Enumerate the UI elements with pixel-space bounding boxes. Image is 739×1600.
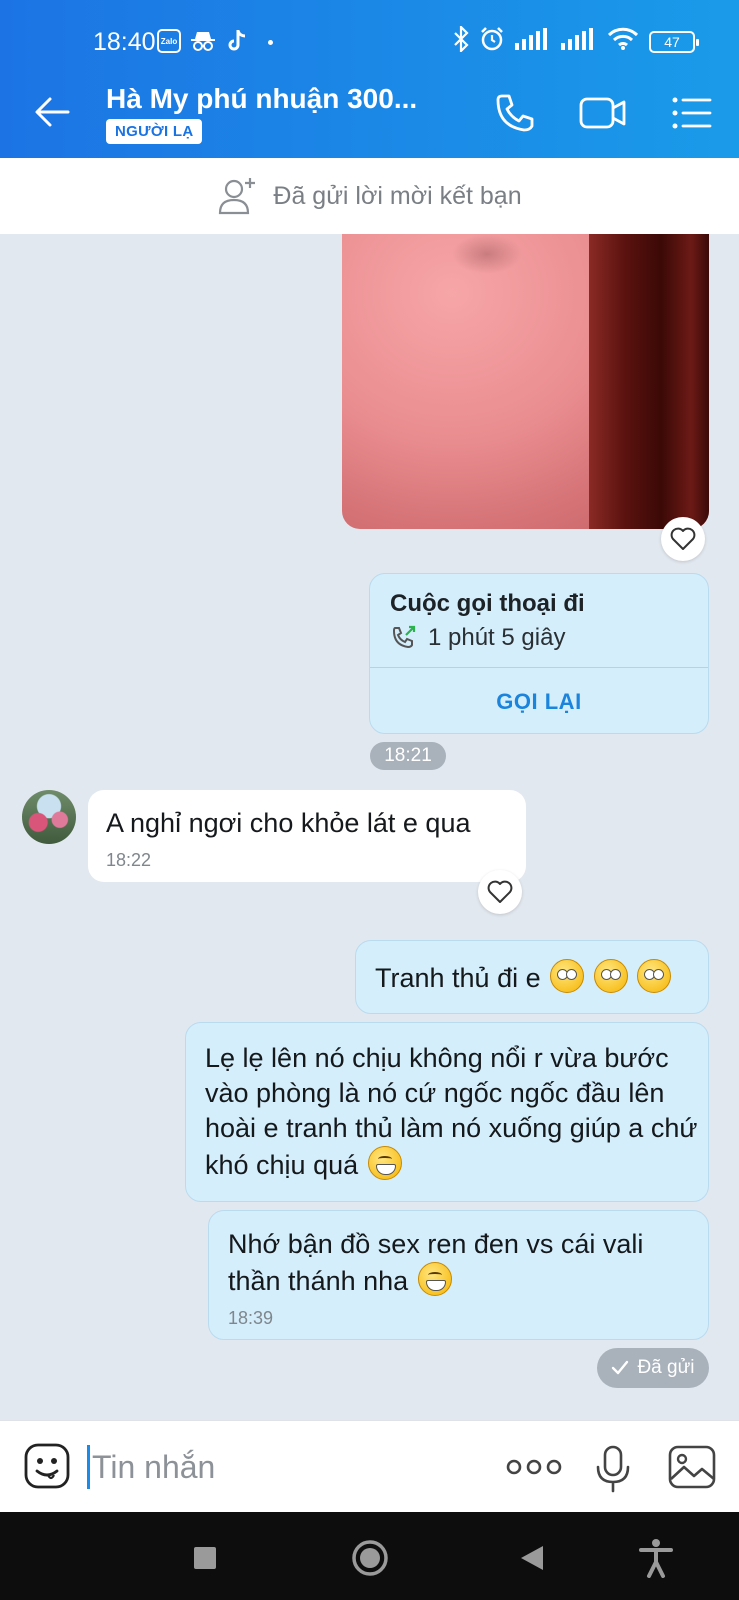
more-button[interactable] — [506, 1449, 562, 1485]
heart-icon — [487, 880, 513, 903]
status-time: 18:40 — [93, 28, 156, 56]
back-triangle-icon — [521, 1546, 543, 1570]
phone-icon — [496, 94, 534, 132]
status-bar: 18:40 Zalo 47 — [0, 0, 739, 68]
stranger-badge: NGƯỜI LẠ — [106, 119, 203, 144]
signal-icon-2 — [561, 28, 597, 55]
tiktok-icon — [226, 29, 248, 53]
home-button[interactable] — [350, 1538, 390, 1578]
recents-button[interactable] — [185, 1538, 225, 1578]
time-divider: 18:21 — [370, 742, 446, 770]
received-message[interactable]: A nghỉ ngơi cho khỏe lát e qua 18:22 — [88, 790, 526, 882]
add-friend-icon — [219, 178, 256, 215]
sent-status-text: Đã gửi — [637, 1357, 695, 1378]
friend-request-text: Đã gửi lời mời kết bạn — [273, 181, 522, 210]
back-nav-button[interactable] — [512, 1538, 552, 1578]
flushed-face-emoji-icon — [550, 959, 585, 993]
sent-status: Đã gửi — [597, 1348, 709, 1388]
battery-icon: 47 — [649, 30, 699, 53]
message-time: 18:22 — [106, 850, 152, 870]
call-duration: 1 phút 5 giây — [428, 624, 566, 651]
image-button[interactable] — [668, 1445, 716, 1489]
call-duration-row: 1 phút 5 giây — [390, 624, 565, 652]
wifi-icon — [607, 27, 639, 56]
composer-bar — [0, 1420, 739, 1512]
friend-request-bar: Đã gửi lời mời kết bạn — [0, 158, 739, 234]
text-caret — [87, 1445, 90, 1489]
sent-message[interactable]: Nhớ bận đồ sex ren đen vs cái vali thần … — [208, 1210, 709, 1340]
message-text: Tranh thủ đi e — [375, 963, 541, 993]
react-button-photo[interactable] — [661, 517, 705, 561]
flushed-face-emoji-icon — [637, 959, 672, 993]
zalo-notification-icon: Zalo — [157, 29, 181, 53]
grinning-face-emoji-icon — [417, 1262, 452, 1296]
back-button[interactable] — [30, 90, 74, 134]
message-input[interactable] — [92, 1441, 482, 1493]
menu-button[interactable] — [670, 90, 718, 136]
grinning-face-emoji-icon — [367, 1146, 402, 1180]
message-text: Lẹ lẹ lên nó chịu không nổi r vừa bước v… — [205, 1043, 698, 1180]
voice-record-button[interactable] — [595, 1445, 631, 1493]
flushed-face-emoji-icon — [593, 959, 628, 993]
accessibility-button[interactable] — [636, 1538, 676, 1578]
menu-icon — [672, 97, 712, 129]
message-content: Lẹ lẹ lên nó chịu không nổi r vừa bước v… — [205, 1041, 700, 1183]
message-content: Nhớ bận đồ sex ren đen vs cái vali thần … — [228, 1227, 698, 1299]
system-nav-bar — [0, 1512, 739, 1600]
recall-button[interactable]: GỌI LẠI — [370, 668, 708, 733]
back-arrow-icon — [35, 97, 70, 127]
sent-message[interactable]: Lẹ lẹ lên nó chịu không nổi r vừa bước v… — [185, 1022, 709, 1202]
sticker-icon — [24, 1443, 70, 1489]
message-time: 18:39 — [228, 1308, 274, 1328]
call-title: Cuộc gọi thoại đi — [390, 590, 585, 617]
incognito-icon — [190, 29, 216, 53]
message-content: Tranh thủ đi e — [375, 959, 672, 996]
alarm-icon — [479, 26, 505, 57]
video-camera-icon — [579, 97, 626, 129]
chat-header: Hà My phú nhuận 300... NGƯỜI LẠ — [0, 68, 739, 158]
notification-dot-icon — [268, 40, 273, 45]
video-call-button[interactable] — [578, 90, 626, 136]
message-text: A nghỉ ngơi cho khỏe lát e qua — [106, 808, 471, 838]
microphone-icon — [596, 1445, 630, 1493]
photo-shadow — [452, 234, 522, 274]
recents-icon — [194, 1547, 216, 1569]
sent-message[interactable]: Tranh thủ đi e — [355, 940, 709, 1014]
heart-icon — [670, 527, 696, 550]
accessibility-icon — [639, 1539, 673, 1578]
bluetooth-icon — [453, 24, 469, 57]
call-card: Cuộc gọi thoại đi 1 phút 5 giây GỌI LẠI — [369, 573, 709, 734]
image-icon — [668, 1445, 716, 1489]
voice-call-button[interactable] — [490, 90, 538, 136]
react-button-message[interactable] — [478, 870, 522, 914]
more-icon — [506, 1459, 562, 1475]
outgoing-call-icon — [392, 625, 416, 649]
signal-icon — [515, 28, 551, 55]
sticker-button[interactable] — [24, 1443, 70, 1489]
photo-door — [589, 234, 709, 529]
check-icon — [612, 1360, 629, 1375]
contact-name[interactable]: Hà My phú nhuận 300... — [106, 83, 417, 115]
home-icon — [352, 1540, 388, 1576]
contact-avatar[interactable] — [22, 790, 76, 844]
photo-message[interactable] — [342, 234, 709, 529]
status-icons: 47 — [453, 24, 699, 57]
